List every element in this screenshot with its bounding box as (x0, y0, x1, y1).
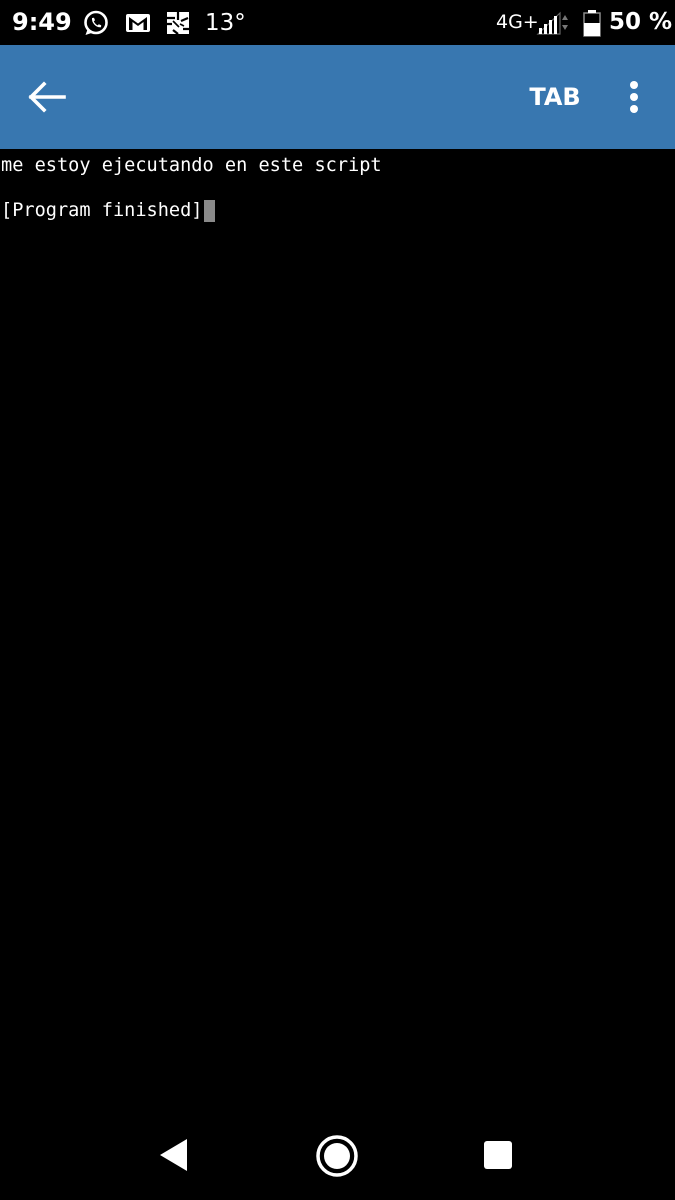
signal-icon (536, 11, 568, 35)
terminal-line-with-cursor: [Program finished] (1, 200, 215, 222)
gmail-icon (126, 14, 150, 32)
more-vert-icon (630, 81, 638, 113)
status-network-type: 4G+ (496, 11, 539, 33)
back-button[interactable] (22, 73, 70, 121)
battery-icon (583, 10, 601, 37)
circle-home-icon (316, 1135, 358, 1177)
status-temperature: 13° (205, 10, 246, 36)
overflow-menu-button[interactable] (614, 73, 654, 121)
status-time: 9:49 (12, 8, 72, 36)
square-recents-icon (484, 1141, 512, 1169)
whatsapp-icon (84, 10, 108, 35)
tab-button[interactable]: TAB (515, 75, 595, 119)
status-bar: 9:49 13° 4G+ 50 % (0, 0, 675, 45)
nav-back-button[interactable] (156, 1136, 192, 1174)
weather-icon (167, 12, 189, 35)
arrow-left-icon (28, 81, 66, 113)
terminal-output[interactable]: me estoy ejecutando en este script [Prog… (0, 149, 675, 1109)
battery-percentage: 50 % (609, 9, 673, 35)
nav-home-button[interactable] (315, 1134, 359, 1178)
terminal-line: me estoy ejecutando en este script (1, 155, 382, 176)
nav-recents-button[interactable] (482, 1139, 514, 1171)
triangle-back-icon (160, 1139, 187, 1171)
navigation-bar (0, 1110, 675, 1200)
terminal-cursor (203, 200, 215, 222)
terminal-line: [Program finished] (1, 200, 203, 221)
app-bar: TAB (0, 45, 675, 149)
